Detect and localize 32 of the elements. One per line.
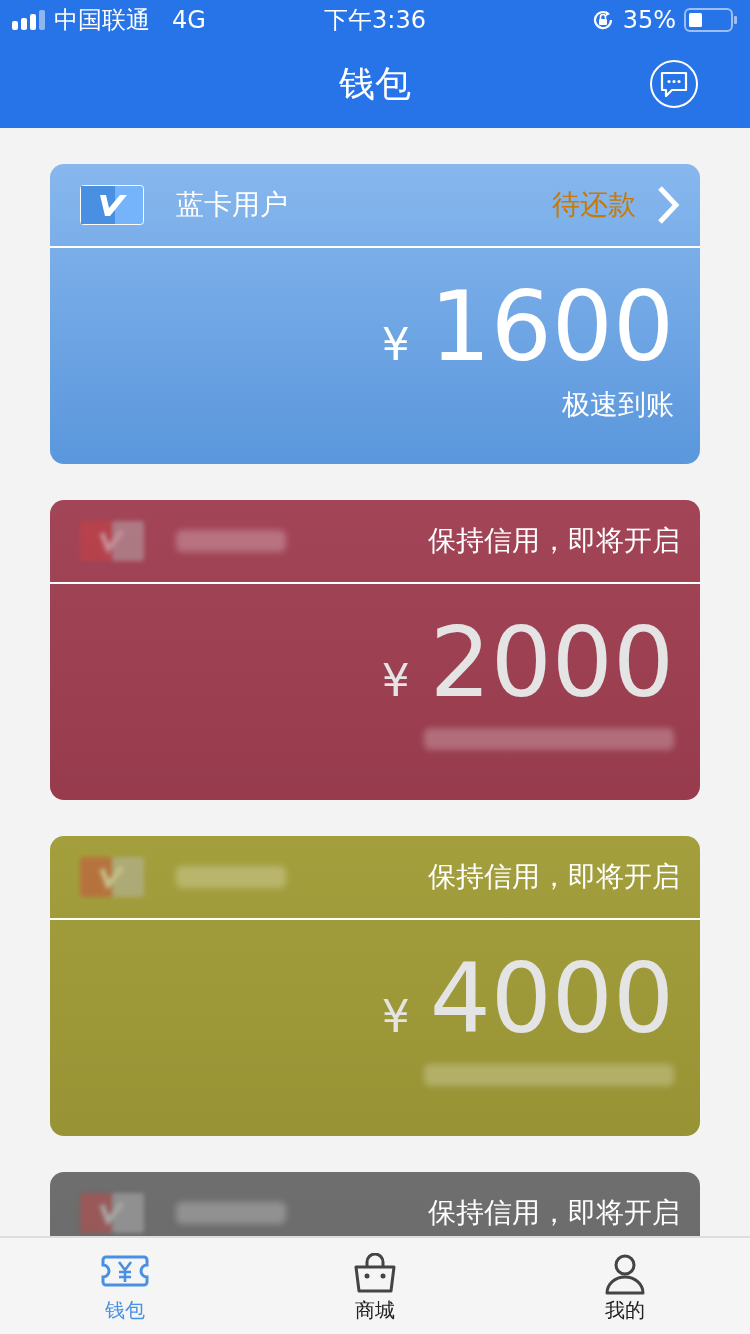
tab-item[interactable]: 我的	[500, 1238, 750, 1334]
card-v-icon	[80, 185, 144, 225]
card-slogan: 极速到账	[562, 387, 674, 423]
carrier-name: 中国联通	[54, 5, 150, 36]
currency-sign: ¥	[381, 991, 410, 1042]
credit-card[interactable]: 蓝卡用户 待还款 ¥ 1600 极速到账	[50, 164, 700, 464]
credit-amount: 1600	[429, 270, 674, 385]
credit-amount: 2000	[429, 606, 674, 721]
currency-sign: ¥	[381, 319, 410, 370]
card-type-label: 蓝卡用户	[176, 187, 288, 223]
credit-card[interactable]: 保持信用，即将开启 ¥ 4000	[50, 836, 700, 1136]
card-v-icon	[80, 521, 144, 561]
notice-text: 保持信用，即将开启	[428, 859, 680, 895]
message-button[interactable]	[650, 60, 698, 108]
credit-card[interactable]: 保持信用，即将开启	[50, 1172, 700, 1236]
signal-icon	[12, 10, 46, 30]
chat-bubble-icon	[659, 70, 689, 98]
tab-item[interactable]: 钱包	[0, 1238, 250, 1334]
tab-item[interactable]: 商城	[250, 1238, 500, 1334]
chevron-right-icon	[656, 185, 680, 225]
currency-sign: ¥	[381, 655, 410, 706]
card-v-icon	[80, 857, 144, 897]
credit-card[interactable]: 保持信用，即将开启 ¥ 2000	[50, 500, 700, 800]
credit-amount: 4000	[429, 942, 674, 1057]
status-time: 下午3:36	[324, 5, 426, 36]
page-title: 钱包	[339, 61, 411, 106]
battery-icon	[684, 8, 738, 32]
notice-text: 保持信用，即将开启	[428, 1195, 680, 1231]
card-v-icon	[80, 1193, 144, 1233]
network-type: 4G	[172, 6, 206, 34]
notice-text: 保持信用，即将开启	[428, 523, 680, 559]
battery-percent: 35%	[622, 6, 676, 34]
